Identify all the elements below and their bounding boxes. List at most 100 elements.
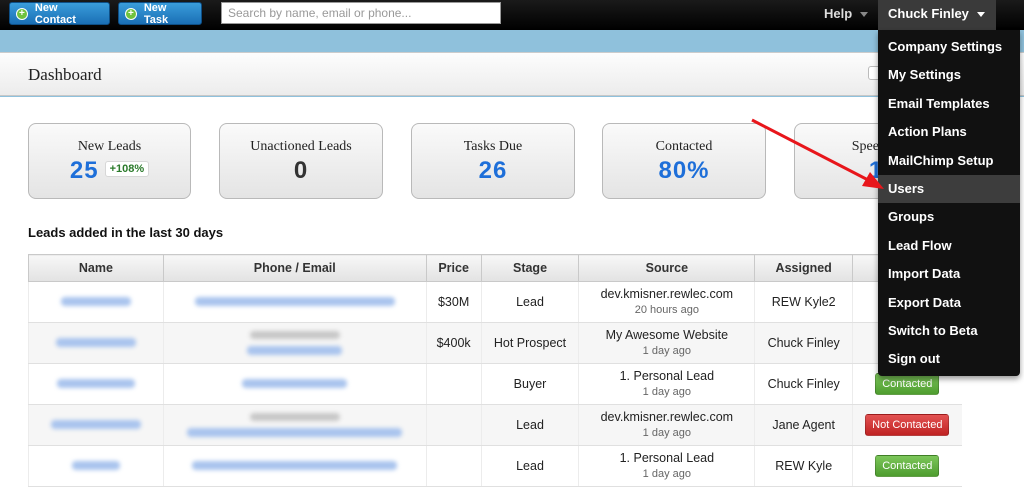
- stat-card-new-leads[interactable]: New Leads 25 +108%: [28, 123, 191, 199]
- price-cell: [425, 445, 482, 487]
- new-contact-button[interactable]: + New Contact: [9, 2, 110, 26]
- table-row[interactable]: Buyer 1. Personal Lead 1 day ago Chuck Fi…: [28, 363, 962, 405]
- stage-cell: Lead: [480, 281, 579, 323]
- menu-item-action-plans[interactable]: Action Plans: [878, 118, 1020, 146]
- price-cell: $400k: [425, 322, 482, 364]
- table-row[interactable]: $400k Hot Prospect My Awesome Website 1 d…: [28, 322, 962, 364]
- stat-label: Tasks Due: [463, 139, 523, 154]
- blurred-name-link[interactable]: [71, 461, 120, 470]
- source-cell: My Awesome Website 1 day ago: [578, 322, 755, 364]
- time-ago: 1 day ago: [642, 427, 691, 439]
- lead-name-cell[interactable]: [28, 322, 164, 364]
- status-badge: Contacted: [875, 373, 940, 395]
- blurred-name-link[interactable]: [60, 297, 131, 306]
- price-cell: [425, 404, 482, 446]
- page-header: Dashboard: [0, 52, 1024, 96]
- table-row[interactable]: Lead dev.kmisner.rewlec.com 1 day ago Jan…: [28, 404, 962, 446]
- col-header-phone-email[interactable]: Phone / Email: [162, 254, 427, 282]
- menu-item-my-settings[interactable]: My Settings: [878, 61, 1020, 89]
- source-text: 1. Personal Lead: [619, 451, 715, 465]
- time-ago: 1 day ago: [642, 386, 691, 398]
- help-menu[interactable]: Help: [824, 0, 869, 30]
- plus-circle-icon: +: [16, 7, 28, 20]
- table-header-row: Name Phone / Email Price Stage Source As…: [28, 254, 962, 282]
- stage-cell: Hot Prospect: [480, 322, 579, 364]
- dashboard-content: New Leads 25 +108% Unactioned Leads 0 Tas…: [0, 97, 1024, 488]
- assigned-cell: Chuck Finley: [754, 322, 853, 364]
- stage-cell: Lead: [480, 404, 579, 446]
- menu-item-email-templates[interactable]: Email Templates: [878, 90, 1020, 118]
- stage-cell: Buyer: [480, 363, 579, 405]
- source-cell: 1. Personal Lead 1 day ago: [578, 445, 755, 487]
- menu-item-import-data[interactable]: Import Data: [878, 260, 1020, 288]
- blurred-email-link[interactable]: [192, 461, 398, 470]
- source-cell: dev.kmisner.rewlec.com 20 hours ago: [578, 281, 755, 323]
- price-cell: $30M: [425, 281, 482, 323]
- blurred-phone: [249, 331, 340, 339]
- assigned-cell: REW Kyle2: [754, 281, 853, 323]
- price-cell: [425, 363, 482, 405]
- phone-email-cell: [162, 281, 427, 323]
- stage-cell: Lead: [480, 445, 579, 487]
- table-row[interactable]: $30M Lead dev.kmisner.rewlec.com 20 hours…: [28, 281, 962, 323]
- plus-circle-icon: +: [125, 7, 137, 20]
- status-badge: Not Contacted: [865, 414, 950, 436]
- menu-item-switch-to-beta[interactable]: Switch to Beta: [878, 317, 1020, 345]
- source-text: dev.kmisner.rewlec.com: [600, 410, 734, 424]
- menu-item-lead-flow[interactable]: Lead Flow: [878, 232, 1020, 260]
- menu-item-export-data[interactable]: Export Data: [878, 289, 1020, 317]
- blurred-email-link[interactable]: [242, 379, 348, 388]
- menu-item-sign-out[interactable]: Sign out: [878, 345, 1020, 373]
- menu-item-groups[interactable]: Groups: [878, 203, 1020, 231]
- stat-value: 0: [293, 157, 309, 184]
- phone-email-cell: [162, 322, 427, 364]
- delta-badge: +108%: [104, 160, 150, 177]
- blurred-name-link[interactable]: [56, 379, 135, 388]
- menu-item-users[interactable]: Users: [878, 174, 1020, 204]
- stat-card-contacted[interactable]: Contacted 80%: [602, 123, 766, 199]
- table-row[interactable]: Lead 1. Personal Lead 1 day ago REW Kyle …: [28, 445, 962, 487]
- col-header-stage[interactable]: Stage: [480, 254, 580, 282]
- menu-item-company-settings[interactable]: Company Settings: [878, 33, 1020, 61]
- user-dropdown-menu: Company Settings My Settings Email Templ…: [878, 30, 1020, 376]
- col-header-source[interactable]: Source: [578, 254, 756, 282]
- stat-card-tasks-due[interactable]: Tasks Due 26: [411, 123, 575, 199]
- assigned-cell: Chuck Finley: [754, 363, 853, 405]
- new-task-label: New Task: [143, 1, 169, 26]
- blurred-email-link[interactable]: [187, 428, 403, 437]
- blurred-email-link[interactable]: [247, 346, 343, 355]
- section-title: Leads added in the last 30 days: [28, 225, 224, 240]
- status-badge: Contacted: [875, 455, 940, 477]
- lead-name-cell[interactable]: [28, 281, 164, 323]
- col-header-name[interactable]: Name: [28, 254, 164, 282]
- lead-name-cell[interactable]: [28, 363, 164, 405]
- blurred-name-link[interactable]: [55, 338, 136, 347]
- stat-card-unactioned-leads[interactable]: Unactioned Leads 0: [219, 123, 383, 199]
- status-cell: Contacted: [852, 445, 962, 487]
- time-ago: 1 day ago: [642, 345, 691, 357]
- stat-value: 26: [478, 157, 508, 184]
- source-cell: dev.kmisner.rewlec.com 1 day ago: [578, 404, 755, 446]
- assigned-cell: REW Kyle: [754, 445, 853, 487]
- stat-value: 25: [69, 157, 99, 184]
- col-header-assigned[interactable]: Assigned: [754, 254, 854, 282]
- blurred-email-link[interactable]: [194, 297, 395, 306]
- menu-item-mailchimp-setup[interactable]: MailChimp Setup: [878, 147, 1020, 175]
- source-text: My Awesome Website: [605, 328, 729, 342]
- stat-label: Contacted: [655, 139, 713, 154]
- lead-name-cell[interactable]: [28, 404, 164, 446]
- search-input[interactable]: [221, 2, 501, 24]
- time-ago: 1 day ago: [642, 468, 691, 480]
- blurred-name-link[interactable]: [50, 420, 141, 429]
- blurred-phone: [249, 413, 340, 421]
- status-cell: Not Contacted: [852, 404, 962, 446]
- source-cell: 1. Personal Lead 1 day ago: [578, 363, 755, 405]
- col-header-price[interactable]: Price: [425, 254, 482, 282]
- stat-label: New Leads: [77, 139, 142, 154]
- stat-value: 80%: [658, 157, 710, 184]
- phone-email-cell: [162, 445, 427, 487]
- source-text: 1. Personal Lead: [619, 369, 715, 383]
- new-task-button[interactable]: + New Task: [118, 1, 202, 26]
- lead-name-cell[interactable]: [28, 445, 164, 487]
- user-menu-toggle[interactable]: Chuck Finley: [878, 0, 996, 30]
